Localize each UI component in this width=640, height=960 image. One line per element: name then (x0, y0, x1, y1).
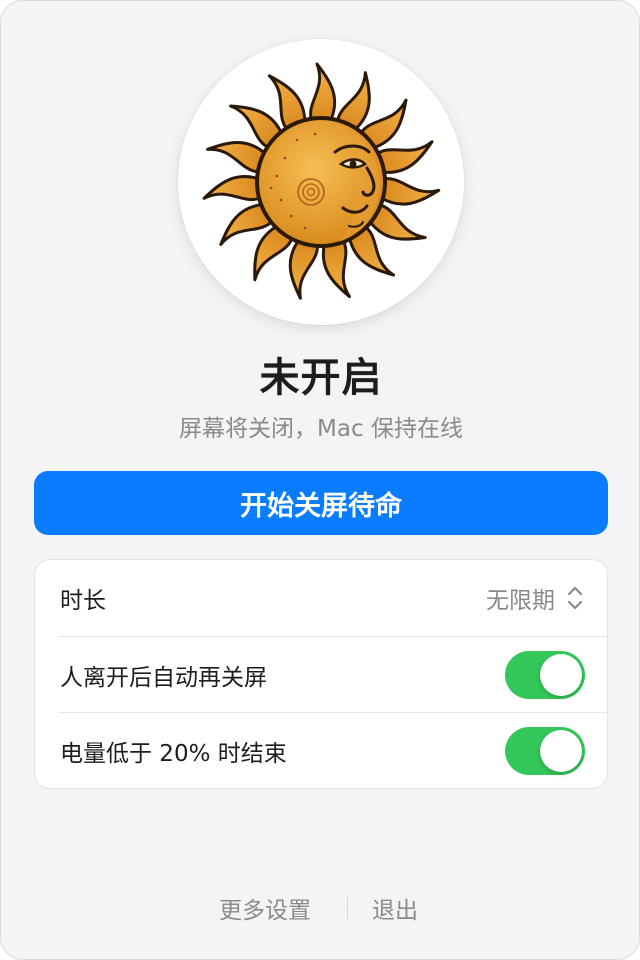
more-settings-link[interactable]: 更多设置 (219, 891, 311, 925)
duration-label: 时长 (60, 588, 106, 614)
toggle-knob (540, 730, 582, 772)
settings-row-low-battery: 电量低于 20% 时结束 (35, 713, 609, 789)
standby-panel: 未开启 屏幕将关闭，Mac 保持在线 开始关屏待命 时长 无限期 人离开后自动再… (0, 0, 640, 960)
toggle-knob (540, 654, 582, 696)
status-title: 未开启 (259, 355, 383, 401)
duration-value: 无限期 (486, 588, 555, 614)
chevron-updown-icon (567, 586, 583, 610)
settings-card: 时长 无限期 人离开后自动再关屏 电量低于 20% 时结束 (34, 559, 608, 789)
start-standby-button[interactable]: 开始关屏待命 (34, 471, 608, 535)
low-battery-label: 电量低于 20% 时结束 (60, 741, 287, 767)
footer-separator (347, 897, 348, 919)
low-battery-toggle[interactable] (505, 727, 585, 775)
sun-face-icon (202, 62, 441, 300)
footer: 更多设置 退出 (1, 891, 639, 927)
auto-lock-toggle[interactable] (505, 651, 585, 699)
auto-lock-label: 人离开后自动再关屏 (60, 665, 267, 691)
status-subtitle: 屏幕将关闭，Mac 保持在线 (179, 416, 463, 442)
quit-link[interactable]: 退出 (372, 891, 418, 925)
settings-row-auto-lock: 人离开后自动再关屏 (35, 637, 609, 713)
status-avatar (178, 39, 464, 325)
duration-select[interactable]: 无限期 (486, 581, 583, 615)
settings-row-duration: 时长 无限期 (35, 560, 609, 636)
